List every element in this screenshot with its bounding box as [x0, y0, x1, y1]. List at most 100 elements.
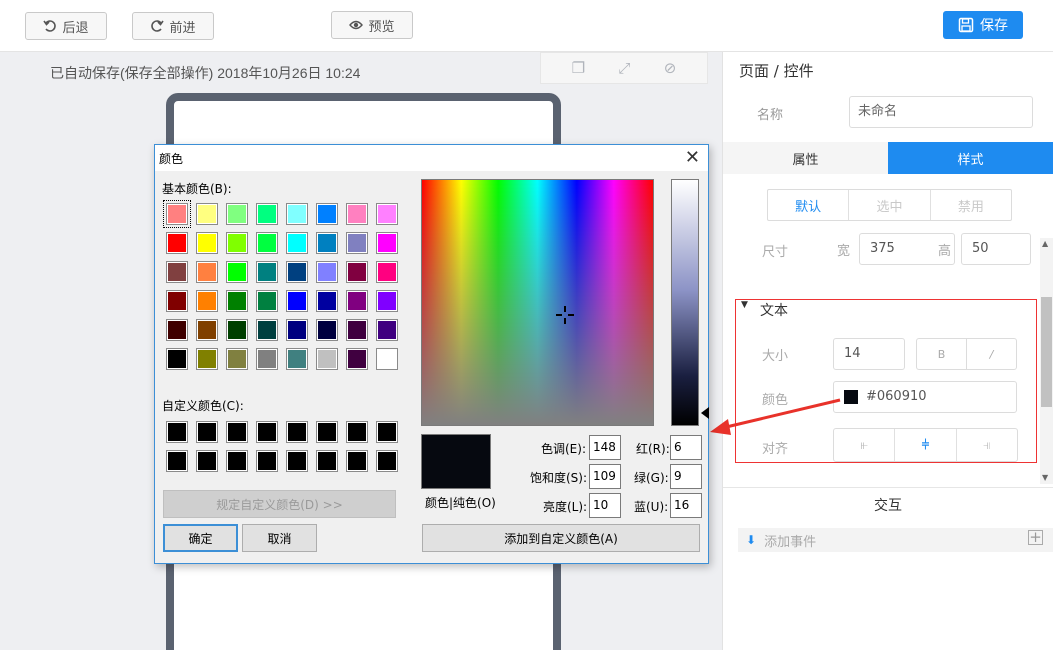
custom-color-swatch[interactable]: [196, 421, 218, 443]
basic-color-swatch[interactable]: [196, 319, 218, 341]
custom-color-swatch[interactable]: [226, 421, 248, 443]
cancel-button[interactable]: 取消: [242, 524, 317, 552]
bold-button[interactable]: B: [917, 339, 967, 369]
basic-color-swatch[interactable]: [286, 290, 308, 312]
save-button[interactable]: 保存: [943, 11, 1023, 39]
add-to-custom-button[interactable]: 添加到自定义颜色(A): [422, 524, 700, 552]
custom-color-swatch[interactable]: [286, 421, 308, 443]
basic-color-swatch[interactable]: [256, 319, 278, 341]
basic-color-swatch[interactable]: [376, 203, 398, 225]
height-input[interactable]: 50: [961, 233, 1031, 265]
basic-color-swatch[interactable]: [196, 348, 218, 370]
align-center-icon[interactable]: ⫩: [895, 429, 957, 461]
basic-color-swatch[interactable]: [286, 203, 308, 225]
custom-color-swatch[interactable]: [286, 450, 308, 472]
basic-color-swatch[interactable]: [163, 200, 191, 228]
green-input[interactable]: 9: [670, 464, 702, 489]
custom-color-swatch[interactable]: [256, 450, 278, 472]
crosshair-icon[interactable]: [556, 306, 574, 324]
custom-color-swatch[interactable]: [196, 450, 218, 472]
basic-color-swatch[interactable]: [376, 348, 398, 370]
basic-color-swatch[interactable]: [376, 319, 398, 341]
blue-input[interactable]: 16: [670, 493, 702, 518]
basic-color-swatch[interactable]: [346, 348, 368, 370]
basic-color-swatch[interactable]: [286, 261, 308, 283]
ok-button[interactable]: 确定: [163, 524, 238, 552]
forward-button[interactable]: 前进: [132, 12, 214, 40]
scrollbar-thumb[interactable]: [1041, 297, 1052, 407]
color-input[interactable]: #060910: [833, 381, 1017, 413]
add-event-row[interactable]: ⬇ 添加事件 +: [738, 528, 1053, 552]
basic-color-swatch[interactable]: [376, 232, 398, 254]
custom-color-swatch[interactable]: [226, 450, 248, 472]
luminance-slider[interactable]: [671, 179, 699, 426]
basic-color-swatch[interactable]: [316, 348, 338, 370]
custom-color-swatch[interactable]: [346, 450, 368, 472]
custom-color-swatch[interactable]: [316, 450, 338, 472]
tab-attributes[interactable]: 属性: [723, 142, 888, 174]
basic-color-swatch[interactable]: [226, 232, 248, 254]
custom-color-swatch[interactable]: [316, 421, 338, 443]
basic-color-swatch[interactable]: [346, 319, 368, 341]
basic-color-swatch[interactable]: [256, 203, 278, 225]
basic-color-swatch[interactable]: [226, 319, 248, 341]
state-disabled[interactable]: 禁用: [929, 190, 1011, 220]
basic-color-swatch[interactable]: [226, 290, 248, 312]
basic-color-swatch[interactable]: [166, 232, 188, 254]
basic-color-swatch[interactable]: [196, 203, 218, 225]
state-default[interactable]: 默认: [768, 190, 848, 220]
custom-color-swatch[interactable]: [346, 421, 368, 443]
scroll-up-icon[interactable]: ▲: [1042, 239, 1048, 248]
basic-color-swatch[interactable]: [226, 348, 248, 370]
basic-color-swatch[interactable]: [226, 261, 248, 283]
fullscreen-icon[interactable]: ⤢: [618, 59, 630, 77]
collapse-triangle-icon[interactable]: ▼: [741, 300, 748, 310]
basic-color-swatch[interactable]: [346, 232, 368, 254]
basic-color-swatch[interactable]: [376, 261, 398, 283]
luminance-pointer-icon[interactable]: [701, 407, 709, 419]
close-icon[interactable]: ✕: [685, 147, 700, 168]
basic-color-swatch[interactable]: [346, 290, 368, 312]
tab-style[interactable]: 样式: [888, 142, 1053, 174]
basic-color-swatch[interactable]: [226, 203, 248, 225]
saturation-input[interactable]: 109: [589, 464, 621, 489]
basic-color-swatch[interactable]: [286, 319, 308, 341]
scroll-down-icon[interactable]: ▼: [1042, 473, 1048, 482]
custom-color-swatch[interactable]: [256, 421, 278, 443]
basic-color-swatch[interactable]: [316, 261, 338, 283]
plus-icon[interactable]: +: [1028, 530, 1043, 545]
layers-icon[interactable]: ❐: [572, 59, 585, 77]
color-spectrum[interactable]: [421, 179, 654, 426]
basic-color-swatch[interactable]: [166, 261, 188, 283]
basic-color-swatch[interactable]: [286, 232, 308, 254]
hide-icon[interactable]: ⊘: [664, 59, 677, 77]
basic-color-swatch[interactable]: [316, 319, 338, 341]
basic-color-swatch[interactable]: [166, 290, 188, 312]
name-input[interactable]: 未命名: [849, 96, 1033, 128]
custom-color-swatch[interactable]: [376, 421, 398, 443]
basic-color-swatch[interactable]: [196, 232, 218, 254]
align-right-icon[interactable]: ⫣: [957, 429, 1017, 461]
basic-color-swatch[interactable]: [256, 232, 278, 254]
basic-color-swatch[interactable]: [346, 203, 368, 225]
basic-color-swatch[interactable]: [286, 348, 308, 370]
basic-color-swatch[interactable]: [316, 203, 338, 225]
define-custom-button[interactable]: 规定自定义颜色(D) >>: [163, 490, 396, 518]
font-size-input[interactable]: 14: [833, 338, 905, 370]
basic-color-swatch[interactable]: [166, 319, 188, 341]
basic-color-swatch[interactable]: [346, 261, 368, 283]
custom-color-swatch[interactable]: [376, 450, 398, 472]
italic-button[interactable]: /: [967, 339, 1016, 369]
basic-color-swatch[interactable]: [166, 348, 188, 370]
hue-input[interactable]: 148: [589, 435, 621, 460]
basic-color-swatch[interactable]: [316, 232, 338, 254]
custom-color-swatch[interactable]: [166, 421, 188, 443]
basic-color-swatch[interactable]: [196, 261, 218, 283]
preview-button[interactable]: 预览: [331, 11, 413, 39]
state-selected[interactable]: 选中: [848, 190, 929, 220]
custom-color-swatch[interactable]: [166, 450, 188, 472]
basic-color-swatch[interactable]: [256, 261, 278, 283]
basic-color-swatch[interactable]: [316, 290, 338, 312]
basic-color-swatch[interactable]: [256, 290, 278, 312]
back-button[interactable]: 后退: [25, 12, 107, 40]
